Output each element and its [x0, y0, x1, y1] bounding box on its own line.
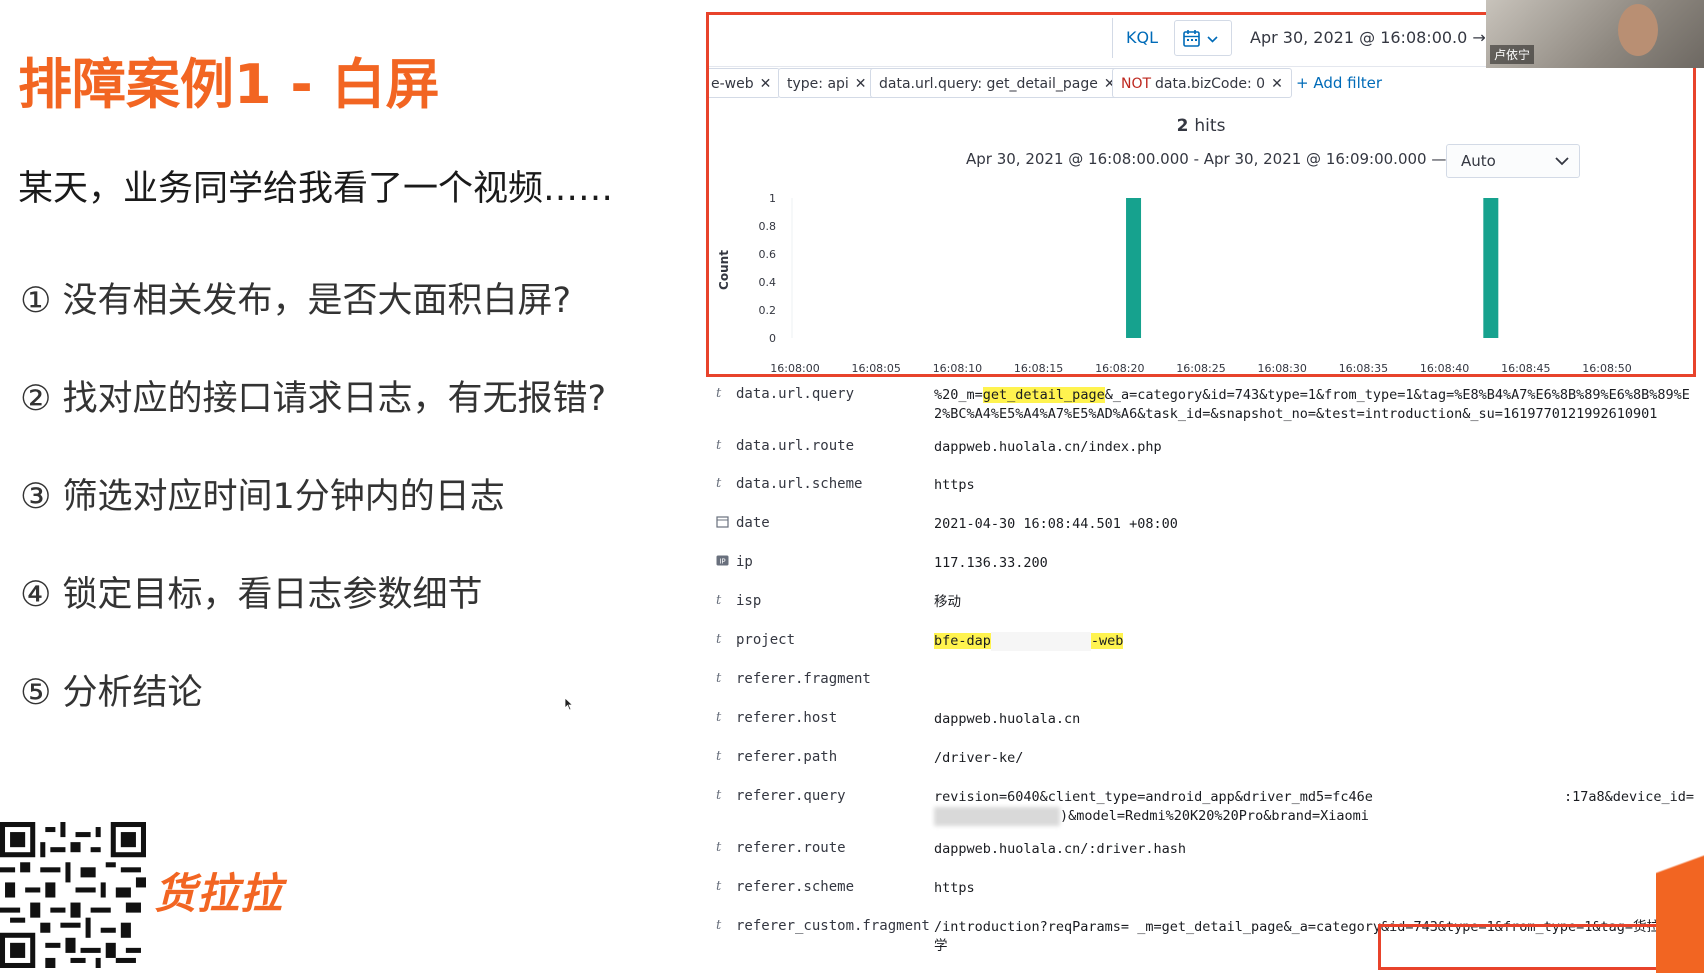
video-thumbnail[interactable]: 卢依宁 — [1486, 0, 1704, 68]
field-value: 移动 — [934, 594, 961, 610]
slide-title: 排障案例1 - 白屏 — [18, 53, 440, 116]
field-name: data.url.scheme — [736, 476, 863, 492]
field-name: referer.query — [736, 788, 846, 804]
field-value: %20_m=get_detail_page&_a=category&id=743… — [934, 387, 1690, 422]
corner-accent — [1656, 793, 1704, 973]
field-name: referer.host — [736, 710, 838, 726]
field-name: data.url.query — [736, 386, 855, 402]
string-type-icon: t — [716, 438, 722, 453]
field-value: /driver-ke/ — [934, 750, 1024, 766]
string-type-icon: t — [716, 671, 722, 686]
qr-code-icon — [0, 822, 146, 968]
step-4: ④ 锁定目标，看日志参数细节 — [20, 575, 483, 615]
field-value: dappweb.huolala.cn/index.php — [934, 439, 1162, 455]
step-2: ② 找对应的接口请求日志，有无报错? — [20, 379, 607, 419]
participant-image — [1618, 4, 1658, 56]
kibana-panel: KQL Apr 30, 2021 @ 16:08:00.0 → A e-web ✕… — [706, 0, 1704, 973]
field-value: dappweb.huolala.cn/:driver.hash — [934, 841, 1186, 857]
field-value: 117.136.33.200 — [934, 555, 1048, 571]
field-name: ip — [736, 554, 753, 570]
field-name: project — [736, 632, 796, 648]
field-value: dappweb.huolala.cn — [934, 711, 1081, 727]
field-value: bfe-dap.-web — [934, 632, 1124, 651]
step-3: ③ 筛选对应时间1分钟内的日志 — [20, 477, 505, 517]
string-type-icon: t — [716, 840, 722, 855]
field-value: https — [934, 477, 975, 493]
ip-type-icon: IP — [716, 554, 729, 571]
field-value: 2021-04-30 16:08:44.501 +08:00 — [934, 516, 1178, 532]
string-type-icon: t — [716, 476, 722, 491]
calendar-icon — [716, 515, 729, 532]
field-name: referer.path — [736, 749, 838, 765]
brand-logo: 货拉拉 — [154, 869, 284, 918]
highlight-box — [1378, 924, 1696, 970]
field-name: isp — [736, 593, 762, 609]
participant-name: 卢依宁 — [1490, 45, 1535, 64]
step-5: ⑤ 分析结论 — [20, 673, 203, 713]
string-type-icon: t — [716, 749, 722, 764]
string-type-icon: t — [716, 879, 722, 894]
field-name: referer.route — [736, 840, 846, 856]
field-name: referer_custom.fragment — [736, 918, 930, 934]
mouse-cursor-icon — [564, 697, 574, 711]
svg-text:IP: IP — [719, 558, 725, 566]
string-type-icon: t — [716, 632, 722, 647]
string-type-icon: t — [716, 593, 722, 608]
step-1: ① 没有相关发布，是否大面积白屏? — [20, 281, 572, 321]
field-value: https — [934, 880, 975, 896]
slide-subtitle: 某天，业务同学给我看了一个视频…… — [18, 169, 614, 209]
string-type-icon: t — [716, 788, 722, 803]
field-name: referer.scheme — [736, 879, 855, 895]
string-type-icon: t — [716, 918, 722, 933]
string-type-icon: t — [716, 710, 722, 725]
field-name: data.url.route — [736, 438, 855, 454]
string-type-icon: t — [716, 386, 722, 401]
field-name: referer.fragment — [736, 671, 871, 687]
field-name: date — [736, 515, 770, 531]
field-value: revision=6040&client_type=android_app&dr… — [934, 789, 1694, 826]
